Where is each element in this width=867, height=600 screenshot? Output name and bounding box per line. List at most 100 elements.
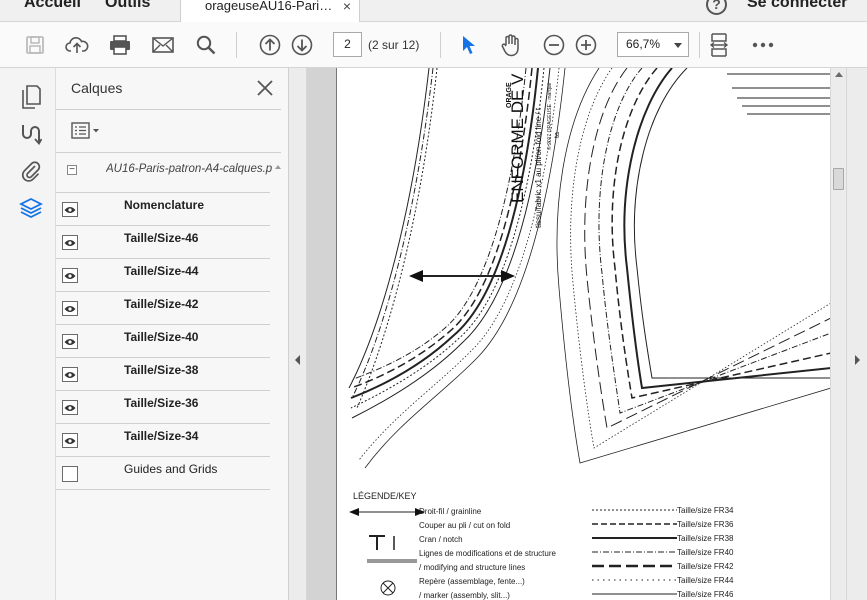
legend-size: Taille/size FR34 — [677, 506, 734, 515]
panel-title: Calques — [71, 80, 123, 96]
zoom-in-icon[interactable] — [573, 32, 599, 58]
layer-name: Guides and Grids — [124, 462, 218, 476]
layer-name: Taille/Size-38 — [124, 363, 199, 377]
collapse-panel-handle[interactable] — [289, 68, 307, 600]
attachment-icon[interactable] — [17, 156, 45, 184]
pattern-copyright: © 2017 ORAGEUSE · marqué — [546, 82, 553, 150]
eye-icon[interactable] — [62, 400, 78, 415]
print-icon[interactable] — [107, 32, 133, 58]
layer-name: Taille/Size-40 — [124, 330, 199, 344]
toolbar-divider — [699, 32, 700, 58]
legend-size: Taille/size FR42 — [677, 562, 734, 571]
chevron-right-icon — [855, 355, 860, 365]
layer-row-guides[interactable]: Guides and Grids — [56, 457, 270, 490]
zoom-value: 66,7% — [626, 37, 661, 51]
tab-close-icon[interactable]: × — [343, 0, 351, 13]
page-count: (2 sur 12) — [368, 38, 420, 52]
layer-row-size-34[interactable]: Taille/Size-34 — [56, 424, 270, 457]
eye-icon[interactable] — [62, 433, 78, 448]
page-down-icon[interactable] — [289, 32, 315, 58]
layer-name: Taille/Size-46 — [124, 231, 199, 245]
legend-size: Taille/size FR38 — [677, 534, 734, 543]
eye-icon[interactable] — [62, 334, 78, 349]
email-icon[interactable] — [150, 32, 176, 58]
legend-item: / modifying and structure lines — [419, 563, 525, 572]
legend-title: LÉGENDE/KEY — [353, 491, 417, 501]
visibility-checkbox[interactable] — [62, 466, 78, 482]
eye-icon[interactable] — [62, 301, 78, 316]
save-icon[interactable] — [22, 32, 48, 58]
legend-size: Taille/size FR44 — [677, 576, 734, 585]
menu-home[interactable]: Accueil — [24, 0, 81, 12]
legend-item: Couper au pli / cut on fold — [419, 521, 510, 530]
layer-row-size-42[interactable]: Taille/Size-42 — [56, 292, 270, 325]
layer-row-nomenclature[interactable]: Nomenclature — [56, 193, 270, 226]
legend-item: / marker (assembly, slit...) — [419, 591, 510, 600]
search-icon[interactable] — [193, 32, 219, 58]
navigation-pane — [0, 68, 56, 600]
zoom-select[interactable]: 66,7% — [617, 32, 689, 57]
legend-item: Repère (assemblage, fente...) — [419, 577, 525, 586]
options-menu-button[interactable] — [71, 120, 103, 142]
sewing-pattern: ENFORME DE V ORAGE tissu/fabric x1 au pl… — [348, 68, 830, 600]
layer-name: Taille/Size-36 — [124, 396, 199, 410]
bookmark-icon[interactable] — [17, 120, 45, 148]
toolbar-divider — [236, 32, 237, 58]
layer-row-size-44[interactable]: Taille/Size-44 — [56, 259, 270, 292]
expand-tools-handle[interactable] — [846, 68, 867, 600]
select-cursor-icon[interactable] — [455, 32, 481, 58]
more-icon[interactable] — [750, 32, 776, 58]
layer-name: Taille/Size-44 — [124, 264, 199, 278]
legend-item: Droit-fil / grainline — [419, 507, 482, 516]
layers-icon[interactable] — [17, 194, 45, 222]
eye-icon[interactable] — [62, 268, 78, 283]
pattern-size-note: ta — [554, 132, 561, 138]
document-tab-title: orageuseAU16-Paris-patron-A4-calques.pdf — [205, 0, 335, 13]
scroll-thumb[interactable] — [833, 168, 844, 190]
panel-divider — [56, 109, 281, 110]
pattern-subtitle: tissu/fabric x1 au pli/on fold line / t — [534, 107, 543, 228]
layer-row-size-36[interactable]: Taille/Size-36 — [56, 391, 270, 424]
close-icon[interactable] — [254, 77, 276, 99]
legend-size: Taille/size FR40 — [677, 548, 734, 557]
fit-page-icon[interactable] — [706, 32, 732, 58]
layer-row-size-40[interactable]: Taille/Size-40 — [56, 325, 270, 358]
chevron-down-icon — [674, 43, 682, 48]
pattern-brand: ORAGE — [506, 82, 513, 108]
eye-icon[interactable] — [62, 235, 78, 250]
layer-row-size-46[interactable]: Taille/Size-46 — [56, 226, 270, 259]
layer-name: Taille/Size-42 — [124, 297, 199, 311]
page-up-icon[interactable] — [257, 32, 283, 58]
legend-size: Taille/size FR46 — [677, 590, 734, 599]
signin-link[interactable]: Se connecter — [747, 0, 847, 12]
page-number-input[interactable]: 2 — [333, 32, 362, 57]
legend-item: Cran / notch — [419, 535, 463, 544]
acrobat-window: Accueil Outils orageuseAU16-Paris-patron… — [0, 0, 867, 600]
menu-tools[interactable]: Outils — [105, 0, 150, 12]
panel-scroll-up-icon[interactable] — [275, 165, 281, 169]
zoom-out-icon[interactable] — [541, 32, 567, 58]
help-icon[interactable]: ? — [706, 0, 727, 15]
scroll-up-icon[interactable] — [835, 72, 843, 77]
layer-row-size-38[interactable]: Taille/Size-38 — [56, 358, 270, 391]
document-layer-group: AU16-Paris-patron-A4-calques.pdf — [106, 163, 272, 175]
eye-icon[interactable] — [62, 367, 78, 382]
collapse-icon[interactable]: − — [67, 165, 77, 175]
layer-tree-root[interactable]: − AU16-Paris-patron-A4-calques.pdf — [56, 162, 281, 182]
hand-tool-icon[interactable] — [498, 32, 524, 58]
pages-icon[interactable] — [17, 83, 45, 111]
legend-item: Lignes de modifications et de structure — [419, 549, 557, 558]
panel-divider — [56, 152, 281, 153]
document-view: ENFORME DE V ORAGE tissu/fabric x1 au pl… — [307, 68, 830, 600]
toolbar: 2 (2 sur 12) 66,7% — [0, 22, 867, 68]
toolbar-divider — [440, 32, 441, 58]
layer-name: Nomenclature — [124, 198, 205, 212]
legend-size: Taille/size FR36 — [677, 520, 734, 529]
menu-bar: Accueil Outils orageuseAU16-Paris-patron… — [0, 0, 867, 22]
document-tab[interactable]: orageuseAU16-Paris-patron-A4-calques.pdf… — [180, 0, 360, 22]
vertical-scrollbar[interactable] — [830, 68, 846, 600]
chevron-left-icon — [295, 355, 300, 365]
upload-icon[interactable] — [64, 32, 90, 58]
eye-icon[interactable] — [62, 202, 78, 217]
layer-name: Taille/Size-34 — [124, 429, 199, 443]
